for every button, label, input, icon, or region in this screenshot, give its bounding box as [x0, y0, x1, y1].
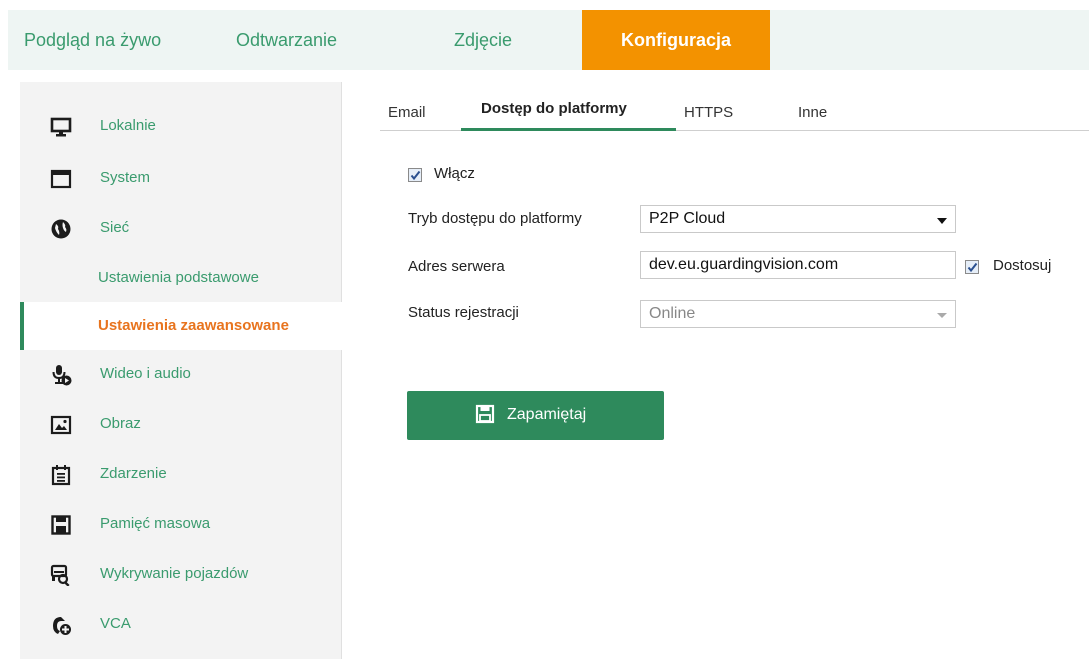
custom-server-checkbox[interactable] [965, 260, 979, 274]
sub-tabs: Email Dostęp do platformy HTTPS Inne [380, 88, 1089, 131]
image-icon [50, 414, 72, 436]
sidebar-item-label: Zdarzenie [100, 465, 167, 482]
registration-status-label: Status rejestracji [408, 304, 519, 321]
server-address-input[interactable]: dev.eu.guardingvision.com [640, 251, 956, 279]
tab-playback[interactable]: Odtwarzanie [236, 10, 337, 70]
floppy-icon [50, 514, 72, 536]
registration-status-value: Online [649, 305, 696, 322]
tab-live-view[interactable]: Podgląd na żywo [24, 10, 161, 70]
check-icon [410, 170, 421, 181]
sidebar-item-advanced-settings[interactable]: Ustawienia zaawansowane [20, 302, 345, 350]
server-address-label: Adres serwera [408, 258, 505, 275]
sidebar-item-label: VCA [100, 615, 131, 632]
save-button[interactable]: Zapamiętaj [407, 391, 664, 440]
server-address-value: dev.eu.guardingvision.com [649, 256, 839, 273]
tab-https[interactable]: HTTPS [684, 104, 733, 121]
sidebar-item-label: Ustawienia zaawansowane [98, 317, 289, 334]
enable-checkbox[interactable] [408, 168, 422, 182]
tab-picture[interactable]: Zdjęcie [454, 10, 512, 70]
sidebar-item-label: System [100, 169, 151, 186]
dropdown-arrow-icon [937, 313, 947, 318]
sidebar-item-label: Lokalnie [100, 117, 156, 134]
sidebar-item-system[interactable]: System [20, 154, 341, 202]
top-navigation: Podgląd na żywo Odtwarzanie Zdjęcie Konf… [8, 10, 1089, 70]
sidebar-item-network[interactable]: Sieć [20, 204, 341, 252]
window-icon [50, 168, 72, 190]
sidebar-item-image[interactable]: Obraz [20, 400, 341, 448]
sidebar-item-vehicle-detection[interactable]: Wykrywanie pojazdów [20, 550, 341, 598]
custom-server-label: Dostosuj [993, 257, 1052, 274]
floppy-icon [475, 404, 495, 429]
sidebar-item-label: Wideo i audio [100, 365, 191, 382]
platform-mode-value: P2P Cloud [649, 210, 726, 227]
sidebar-item-video-audio[interactable]: Wideo i audio [20, 350, 341, 398]
tab-platform-access[interactable]: Dostęp do platformy [481, 100, 627, 117]
sidebar-item-basic-settings[interactable]: Ustawienia podstawowe [20, 254, 341, 302]
sidebar-item-storage[interactable]: Pamięć masowa [20, 500, 341, 548]
dropdown-arrow-icon [937, 218, 947, 224]
monitor-icon [50, 116, 72, 138]
enable-label: Włącz [434, 165, 475, 182]
sidebar-item-label: Sieć [100, 219, 130, 236]
registration-status-select: Online [640, 300, 956, 328]
sidebar-item-label: Wykrywanie pojazdów [100, 565, 249, 582]
sidebar-item-label: Ustawienia podstawowe [98, 269, 259, 286]
tab-email[interactable]: Email [388, 104, 426, 121]
check-icon [967, 262, 978, 273]
platform-mode-label: Tryb dostępu do platformy [408, 210, 582, 227]
microphone-icon [50, 364, 72, 386]
vehicle-search-icon [50, 564, 72, 587]
sidebar-item-label: Obraz [100, 415, 141, 432]
globe-icon [50, 218, 72, 240]
platform-mode-select[interactable]: P2P Cloud [640, 205, 956, 233]
sidebar-item-vca[interactable]: VCA [20, 600, 341, 648]
sidebar: Lokalnie System Sieć Ustawienia podstawo… [20, 82, 345, 659]
sidebar-item-event[interactable]: Zdarzenie [20, 450, 341, 498]
tab-other[interactable]: Inne [798, 104, 827, 121]
sidebar-item-local[interactable]: Lokalnie [20, 102, 341, 150]
vca-icon [50, 614, 72, 636]
active-tab-indicator [461, 128, 676, 131]
sidebar-item-label: Pamięć masowa [100, 515, 211, 532]
calendar-icon [50, 464, 72, 486]
tab-configuration[interactable]: Konfiguracja [582, 10, 770, 70]
save-button-label: Zapamiętaj [507, 406, 587, 423]
